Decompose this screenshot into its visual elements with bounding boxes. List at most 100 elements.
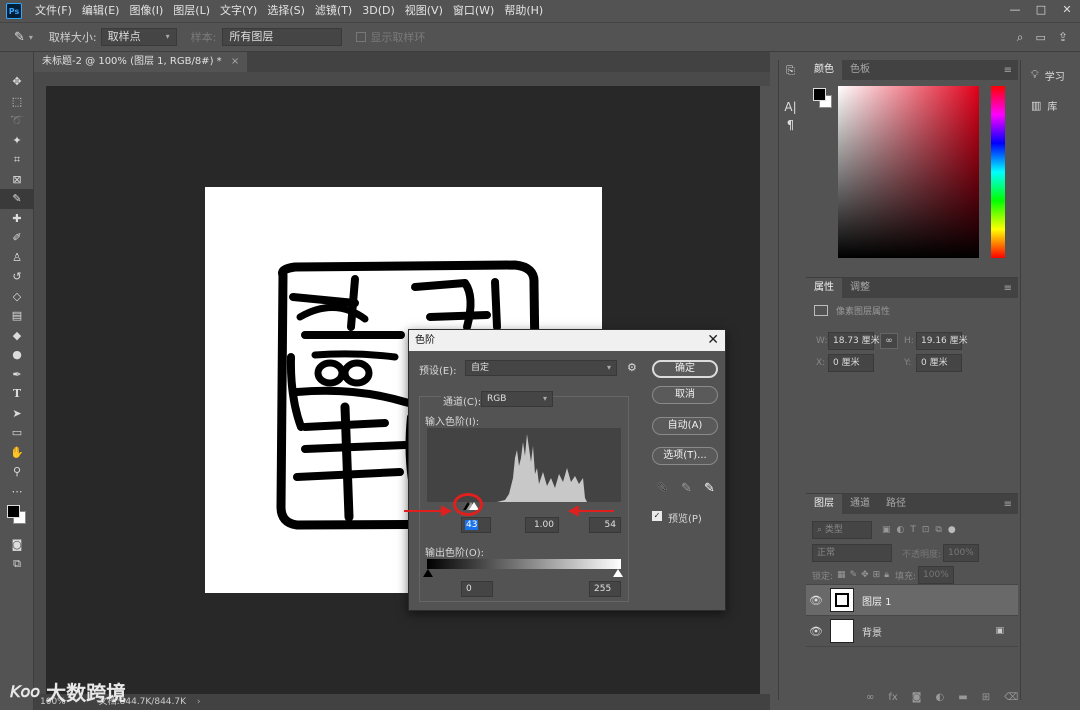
x-input[interactable]: 0 厘米: [828, 354, 874, 372]
link-layers-icon[interactable]: ∞: [866, 692, 874, 703]
menu-edit[interactable]: 编辑(E): [77, 0, 125, 22]
dodge-tool-icon[interactable]: ●: [0, 345, 34, 365]
filter-adjustment-icon[interactable]: ◐: [897, 525, 905, 535]
black-eyedropper-icon[interactable]: ✎: [657, 481, 668, 496]
share-icon[interactable]: ⇪: [1058, 30, 1068, 44]
tab-layers[interactable]: 图层: [806, 494, 842, 514]
filter-toggle-icon[interactable]: ●: [948, 525, 956, 535]
lock-image-icon[interactable]: ✎: [850, 570, 858, 580]
lock-all-icon[interactable]: 🔒︎: [884, 570, 889, 580]
close-icon[interactable]: ✕: [707, 330, 719, 351]
character-panel-icon[interactable]: A|: [779, 98, 802, 116]
dialog-titlebar[interactable]: 色阶 ✕: [409, 330, 725, 351]
show-ring-checkbox[interactable]: [356, 32, 367, 42]
crop-tool-icon[interactable]: ⌗: [0, 150, 34, 170]
preset-settings-icon[interactable]: ⚙: [627, 361, 637, 374]
type-tool-icon[interactable]: T: [0, 384, 34, 404]
frame-tool-icon[interactable]: ⊠: [0, 170, 34, 190]
menu-help[interactable]: 帮助(H): [499, 0, 548, 22]
sample-size-select[interactable]: 取样点 ▾: [100, 28, 177, 46]
menu-3d[interactable]: 3D(D): [357, 0, 400, 22]
opacity-input[interactable]: 100%: [943, 544, 980, 562]
panel-menu-icon[interactable]: ≡: [1004, 283, 1012, 294]
close-window-button[interactable]: ✕: [1054, 0, 1080, 22]
menu-image[interactable]: 图像(I): [124, 0, 168, 22]
layer-row-background[interactable]: 👁︎ 背景 ▣: [806, 616, 1018, 647]
auto-button[interactable]: 自动(A): [652, 417, 718, 435]
preset-select[interactable]: 自定 ▾: [465, 360, 617, 376]
lock-transparent-icon[interactable]: ▦: [837, 570, 846, 580]
gray-eyedropper-icon[interactable]: ✎: [681, 481, 692, 496]
healing-brush-tool-icon[interactable]: ✚: [0, 209, 34, 229]
more-tools-icon[interactable]: ⋯: [0, 482, 34, 502]
delete-layer-icon[interactable]: ⌫: [1004, 692, 1018, 703]
minimize-button[interactable]: —: [1002, 0, 1028, 22]
zoom-tool-icon[interactable]: ⚲: [0, 462, 34, 482]
menu-file[interactable]: 文件(F): [30, 0, 77, 22]
color-swatches[interactable]: [0, 501, 33, 535]
add-mask-icon[interactable]: ◙: [912, 692, 922, 703]
brush-tool-icon[interactable]: ✐: [0, 228, 34, 248]
hand-tool-icon[interactable]: ✋: [0, 443, 34, 463]
menu-select[interactable]: 选择(S): [262, 0, 310, 22]
adjustment-layer-icon[interactable]: ◐: [936, 692, 945, 703]
paragraph-panel-icon[interactable]: ¶: [779, 116, 802, 134]
link-proportions-icon[interactable]: ∞: [880, 333, 898, 349]
path-selection-tool-icon[interactable]: ➤: [0, 404, 34, 424]
y-input[interactable]: 0 厘米: [916, 354, 962, 372]
panel-foreground-swatch[interactable]: [813, 88, 826, 101]
filter-type-icon[interactable]: T: [910, 525, 916, 535]
layer-name[interactable]: 图层 1: [862, 593, 892, 608]
fill-input[interactable]: 100%: [918, 566, 955, 584]
layer-filter-select[interactable]: ⌕ 类型: [812, 521, 872, 539]
lock-icon[interactable]: ▣: [995, 626, 1004, 636]
layer-style-icon[interactable]: fx: [888, 692, 897, 703]
output-white-field[interactable]: 255: [589, 581, 621, 597]
search-icon[interactable]: ⌕: [1017, 30, 1024, 45]
visibility-eye-icon[interactable]: 👁︎: [806, 625, 826, 638]
tab-channels[interactable]: 通道: [842, 494, 878, 514]
hue-slider[interactable]: [991, 86, 1005, 258]
ok-button[interactable]: 确定: [652, 360, 718, 378]
eyedropper-tool-icon[interactable]: ✎: [14, 30, 25, 45]
new-layer-icon[interactable]: ⊞: [982, 692, 990, 703]
move-tool-icon[interactable]: ✥: [0, 72, 34, 92]
eraser-tool-icon[interactable]: ◇: [0, 287, 34, 307]
menu-filter[interactable]: 滤镜(T): [310, 0, 357, 22]
lock-artboard-icon[interactable]: ⊞: [873, 570, 881, 580]
magic-wand-tool-icon[interactable]: ✦: [0, 131, 34, 151]
filter-shape-icon[interactable]: ⊡: [922, 525, 930, 535]
screen-mode-icon[interactable]: ⧉: [0, 555, 34, 575]
panel-menu-icon[interactable]: ≡: [1004, 65, 1012, 76]
stamp-tool-icon[interactable]: ♙: [0, 248, 34, 268]
width-input[interactable]: 18.73 厘米: [828, 332, 880, 350]
document-tab[interactable]: 未标题-2 @ 100% (图层 1, RGB/8#) * ×: [34, 52, 248, 72]
output-white-slider[interactable]: [613, 569, 623, 577]
libraries-panel-item[interactable]: ▥ 库: [1021, 90, 1080, 120]
filter-smart-object-icon[interactable]: ⧉: [935, 525, 941, 535]
menu-layer[interactable]: 图层(L): [168, 0, 215, 22]
menu-type[interactable]: 文字(Y): [215, 0, 262, 22]
blend-mode-select[interactable]: 正常: [812, 544, 892, 562]
history-panel-icon[interactable]: ⎘: [779, 60, 802, 82]
rectangle-tool-icon[interactable]: ▭: [0, 423, 34, 443]
workspace-icon[interactable]: ▭: [1036, 31, 1046, 44]
new-group-icon[interactable]: ▬: [958, 692, 967, 703]
lasso-tool-icon[interactable]: ➰: [0, 111, 34, 131]
tab-color[interactable]: 颜色: [806, 60, 842, 80]
tab-swatches[interactable]: 色板: [842, 60, 878, 80]
close-tab-icon[interactable]: ×: [231, 56, 239, 67]
quick-mask-icon[interactable]: ◙: [0, 535, 34, 555]
cancel-button[interactable]: 取消: [652, 386, 718, 404]
layer-row-layer1[interactable]: 👁︎ 图层 1: [806, 585, 1018, 616]
sample-select[interactable]: 所有图层: [222, 28, 343, 46]
blur-tool-icon[interactable]: ◆: [0, 326, 34, 346]
output-black-slider[interactable]: [423, 569, 433, 577]
tab-paths[interactable]: 路径: [878, 494, 914, 514]
layer-name[interactable]: 背景: [862, 624, 882, 639]
history-brush-tool-icon[interactable]: ↺: [0, 267, 34, 287]
tool-preset-chevron-icon[interactable]: ▾: [29, 33, 33, 42]
preview-checkbox[interactable]: ✓: [652, 511, 662, 521]
tab-adjustments[interactable]: 调整: [842, 278, 878, 298]
color-picker-field[interactable]: [838, 86, 979, 258]
